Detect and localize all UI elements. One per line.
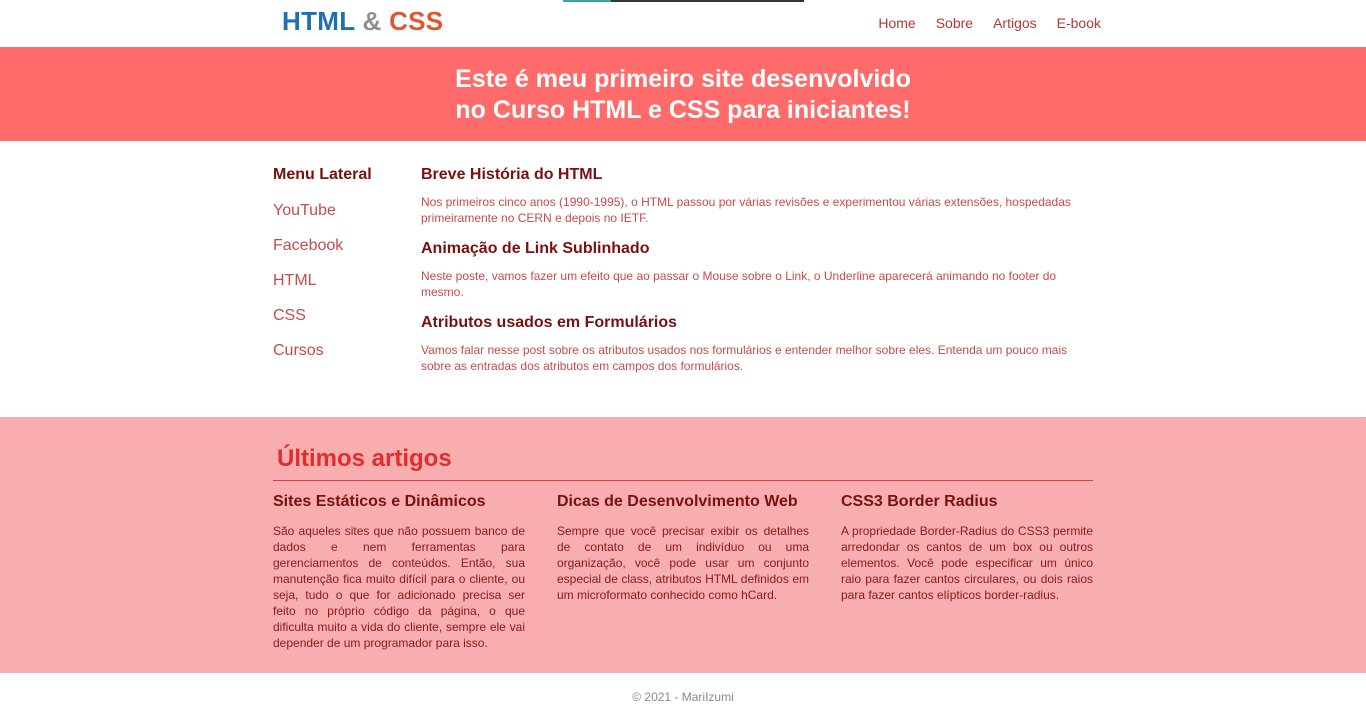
site-header: HTML & CSS Home Sobre Artigos E-book <box>0 0 1366 47</box>
side-item-html[interactable]: HTML <box>273 272 403 307</box>
side-item-youtube[interactable]: YouTube <box>273 202 403 237</box>
latest-articles-section: Últimos artigos Sites Estáticos e Dinâmi… <box>0 417 1366 673</box>
latest-article-title[interactable]: Dicas de Desenvolvimento Web <box>557 493 809 511</box>
article-title[interactable]: Breve História do HTML <box>421 166 1093 184</box>
latest-article-card: Dicas de Desenvolvimento Web Sempre que … <box>557 493 809 603</box>
nav-home[interactable]: Home <box>878 15 915 31</box>
section-divider <box>273 480 1093 481</box>
article-item: Animação de Link Sublinhado Neste poste,… <box>421 240 1093 300</box>
latest-article-text: São aqueles sites que não possuem banco … <box>273 524 525 650</box>
nav-sobre[interactable]: Sobre <box>936 15 973 31</box>
banner-line-1: Este é meu primeiro site desenvolvido <box>455 65 911 93</box>
scroll-indicator-teal <box>563 0 611 2</box>
footer-copyright: © 2021 - MariIzumi <box>632 690 734 704</box>
latest-article-title[interactable]: Sites Estáticos e Dinâmicos <box>273 493 525 511</box>
latest-article-card: CSS3 Border Radius A propriedade Border-… <box>841 493 1093 603</box>
article-text: Vamos falar nesse post sobre os atributo… <box>421 343 1068 373</box>
side-item-facebook[interactable]: Facebook <box>273 237 403 272</box>
side-item-css[interactable]: CSS <box>273 307 403 342</box>
latest-article-title[interactable]: CSS3 Border Radius <box>841 493 1093 511</box>
nav-artigos[interactable]: Artigos <box>993 15 1037 31</box>
scroll-indicator-dark <box>611 0 804 2</box>
main-nav: Home Sobre Artigos E-book <box>858 15 1101 31</box>
article-title[interactable]: Atributos usados em Formulários <box>421 314 1093 332</box>
site-logo[interactable]: HTML & CSS <box>282 6 443 37</box>
article-item: Breve História do HTML Nos primeiros cin… <box>421 166 1093 226</box>
article-item: Atributos usados em Formulários Vamos fa… <box>421 314 1093 374</box>
article-title[interactable]: Animação de Link Sublinhado <box>421 240 1093 258</box>
latest-articles-title: Últimos artigos <box>277 445 452 472</box>
side-item-cursos[interactable]: Cursos <box>273 342 403 377</box>
latest-article-text: A propriedade Border-Radius do CSS3 perm… <box>841 524 1093 602</box>
logo-css: CSS <box>389 6 444 36</box>
logo-ampersand: & <box>362 6 382 36</box>
banner-line-2: no Curso HTML e CSS para iniciantes! <box>455 96 911 124</box>
banner-title: Este é meu primeiro site desenvolvido no… <box>0 64 1366 126</box>
article-text: Nos primeiros cinco anos (1990-1995), o … <box>421 195 1071 225</box>
site-footer: © 2021 - MariIzumi <box>0 673 1366 721</box>
side-menu: Menu Lateral YouTube Facebook HTML CSS C… <box>273 166 403 377</box>
main-content: Menu Lateral YouTube Facebook HTML CSS C… <box>0 141 1366 417</box>
latest-article-card: Sites Estáticos e Dinâmicos São aqueles … <box>273 493 525 651</box>
hero-banner: Este é meu primeiro site desenvolvido no… <box>0 47 1366 141</box>
latest-article-text: Sempre que você precisar exibir os detal… <box>557 524 809 602</box>
article-text: Neste poste, vamos fazer um efeito que a… <box>421 269 1057 299</box>
article-list: Breve História do HTML Nos primeiros cin… <box>421 166 1093 388</box>
side-menu-title: Menu Lateral <box>273 166 372 183</box>
nav-ebook[interactable]: E-book <box>1057 15 1101 31</box>
logo-html: HTML <box>282 6 355 36</box>
